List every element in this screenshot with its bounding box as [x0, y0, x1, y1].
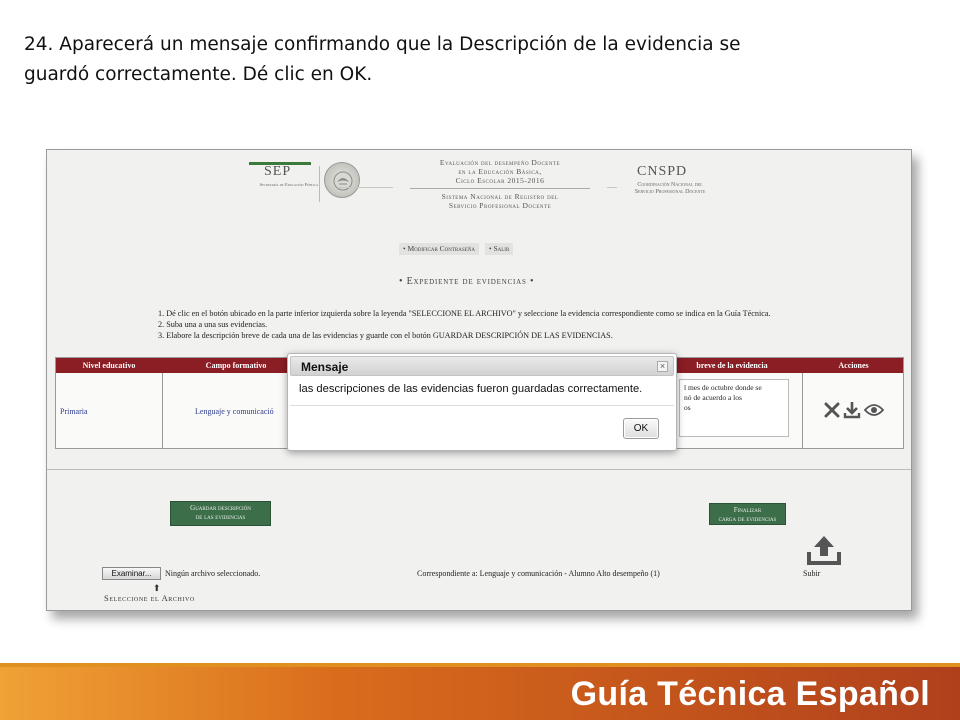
finalize-label-2: carga de evidencias	[718, 515, 777, 523]
header-rule-left	[337, 187, 393, 188]
dialog-message: las descripciones de las evidencias fuer…	[299, 383, 643, 395]
ok-button[interactable]: OK	[623, 418, 659, 439]
step-1: 1. Dé clic en el botón ubicado en la par…	[158, 309, 771, 318]
header-divider	[319, 166, 320, 202]
cnspd-line-1: Coordinación Nacional del	[637, 182, 703, 188]
upload-label: Subir	[803, 569, 821, 578]
cnspd-title: CNSPD	[637, 164, 688, 179]
view-eye-icon[interactable]	[863, 403, 885, 422]
message-dialog: Mensaje × las descripciones de las evide…	[287, 353, 677, 451]
row-actions	[824, 401, 885, 424]
cnspd-subtitle: Coordinación Nacional del Servicio Profe…	[615, 182, 725, 196]
eval-line-1: Evaluación del desempeño Docente	[439, 158, 561, 167]
desc-line-2: nó de acuerdo a los	[684, 393, 742, 402]
sistema-line-1: Sistema Nacional de Registro del	[441, 192, 559, 201]
download-icon[interactable]	[843, 401, 861, 424]
finalize-upload-button[interactable]: Finalizar carga de evidencias	[709, 503, 786, 525]
save-descriptions-label-2: de las evidencias	[195, 513, 246, 521]
cell-campo: Lenguaje y comunicació	[195, 407, 274, 416]
eagle-icon	[333, 171, 353, 191]
app-screenshot: SEP Secretaría de Educación Pública Eval…	[46, 149, 912, 611]
upload-icon[interactable]	[806, 534, 842, 571]
cnspd-line-2: Servicio Profesional Docente	[634, 189, 706, 195]
save-descriptions-label-1: Guardar descripción	[190, 504, 251, 512]
instructions-list: 1. Dé clic en el botón ubicado en la par…	[158, 308, 898, 341]
finalize-label-1: Finalizar	[733, 506, 762, 514]
close-icon[interactable]: ×	[657, 361, 668, 372]
dialog-header: Mensaje ×	[290, 356, 674, 376]
national-seal-icon	[324, 162, 360, 198]
th-acciones: Acciones	[838, 361, 869, 370]
col-divider	[802, 373, 803, 449]
save-descriptions-button[interactable]: Guardar descripción de las evidencias	[170, 501, 271, 526]
step-2: 2. Suba una a una sus evidencias.	[158, 320, 268, 329]
description-textarea[interactable]: l mes de octubre donde se nó de acuerdo …	[679, 379, 789, 437]
th-nivel: Nivel educativo	[82, 361, 136, 370]
eval-line-2: en la Educación Básica,	[458, 167, 542, 176]
logout-link[interactable]: • Salir	[484, 243, 514, 255]
sistema-line-2: Servicio Profesional Docente	[448, 201, 552, 210]
browse-file-button[interactable]: Examinar...	[102, 567, 161, 580]
th-descripcion: breve de la evidencia	[696, 361, 768, 370]
eval-line-3: Ciclo Escolar 2015-2016	[455, 176, 545, 185]
slide-instruction: 24. Aparecerá un mensaje confirmando que…	[24, 30, 924, 90]
change-password-link[interactable]: • Modificar Contraseña	[399, 243, 479, 255]
desc-line-1: l mes de octubre donde se	[684, 383, 762, 392]
instruction-line-2: guardó correctamente. Dé clic en OK.	[24, 64, 373, 85]
cell-nivel: Primaria	[60, 407, 88, 416]
site-header: SEP Secretaría de Educación Pública Eval…	[47, 150, 911, 220]
desc-line-3: os	[684, 403, 691, 412]
no-file-text: Ningún archivo seleccionado.	[165, 569, 261, 578]
top-menu: • Modificar Contraseña • Salir	[399, 243, 514, 255]
dialog-title: Mensaje	[301, 360, 349, 374]
col-divider	[162, 373, 163, 449]
eval-divider	[410, 188, 590, 189]
instruction-line-1: 24. Aparecerá un mensaje confirmando que…	[24, 34, 741, 55]
delete-icon[interactable]	[824, 402, 840, 423]
correspondence-text: Correspondiente a: Lenguaje y comunicaci…	[417, 569, 660, 578]
sep-subtitle: Secretaría de Educación Pública	[259, 182, 319, 187]
section-divider	[47, 469, 911, 470]
dialog-divider	[290, 405, 674, 406]
evaluation-title-block: Evaluación del desempeño Docente en la E…	[395, 158, 605, 210]
page-title: • Expediente de evidencias •	[399, 276, 535, 287]
footer-band: Guía Técnica Español	[0, 667, 960, 720]
footer-title: Guía Técnica Español	[570, 675, 930, 713]
select-file-label: Seleccione el Archivo	[104, 593, 195, 603]
sep-title: SEP	[264, 164, 292, 179]
step-3: 3. Elabore la descripción breve de cada …	[158, 331, 613, 340]
